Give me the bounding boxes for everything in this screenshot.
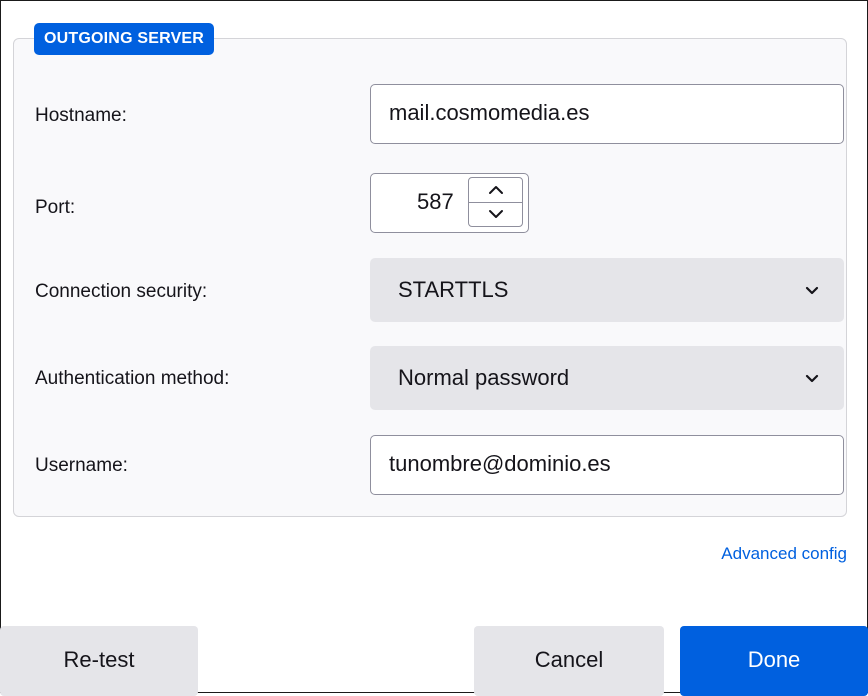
done-button[interactable]: Done	[680, 626, 868, 696]
port-label: Port:	[35, 197, 76, 218]
port-value[interactable]: 587	[417, 174, 454, 230]
outgoing-server-legend: OUTGOING SERVER	[34, 23, 215, 55]
hostname-input[interactable]: mail.cosmomedia.es	[370, 84, 844, 144]
chevron-down-icon	[805, 286, 819, 295]
advanced-config-link[interactable]: Advanced config	[721, 544, 847, 564]
port-spinner[interactable]	[468, 177, 523, 227]
connection-security-label: Connection security:	[35, 281, 208, 302]
username-label: Username:	[35, 455, 128, 476]
chevron-up-icon	[488, 186, 503, 194]
chevron-down-icon	[805, 374, 819, 383]
username-input[interactable]: tunombre@dominio.es	[370, 435, 844, 495]
spin-down-button[interactable]	[469, 202, 522, 226]
cancel-button[interactable]: Cancel	[474, 626, 664, 696]
port-input[interactable]: 587	[370, 173, 529, 233]
authentication-method-value: Normal password	[398, 365, 570, 390]
retest-button[interactable]: Re-test	[0, 626, 198, 696]
authentication-method-select[interactable]: Normal password	[370, 346, 844, 410]
chevron-down-icon	[488, 210, 503, 218]
spin-up-button[interactable]	[469, 178, 522, 203]
authentication-method-label: Authentication method:	[35, 368, 230, 389]
hostname-label: Hostname:	[35, 105, 127, 126]
connection-security-select[interactable]: STARTTLS	[370, 258, 844, 322]
connection-security-value: STARTTLS	[398, 277, 509, 302]
